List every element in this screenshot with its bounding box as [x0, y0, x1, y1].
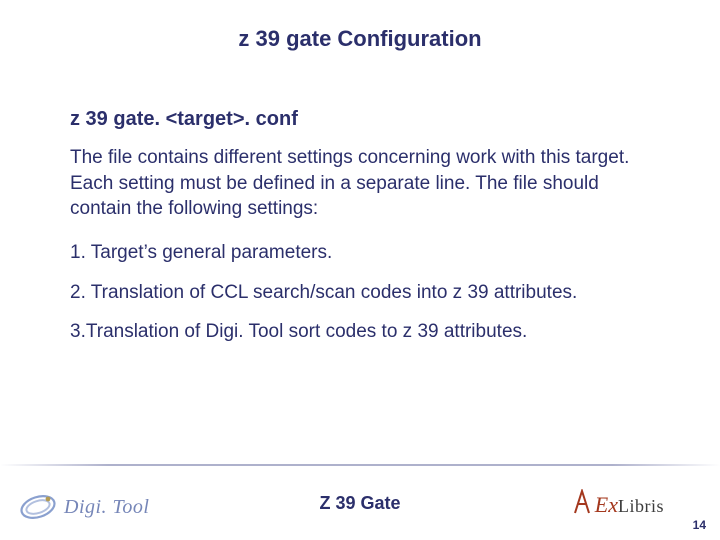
- page-number: 14: [693, 518, 706, 532]
- intro-paragraph: The file contains different settings con…: [70, 145, 650, 222]
- section-subhead: z 39 gate. <target>. conf: [70, 108, 650, 131]
- list-item: 2. Translation of CCL search/scan codes …: [70, 280, 650, 306]
- exlibris-mark-icon: [573, 489, 591, 520]
- exlibris-logo: ExLibris: [573, 489, 664, 520]
- list-item: 1. Target’s general parameters.: [70, 240, 650, 266]
- slide: z 39 gate Configuration z 39 gate. <targ…: [0, 0, 720, 540]
- list-item: 3.Translation of Digi. Tool sort codes t…: [70, 319, 650, 345]
- slide-title: z 39 gate Configuration: [0, 26, 720, 52]
- exlibris-rest: Libris: [618, 496, 664, 516]
- footer-divider: [0, 464, 720, 466]
- exlibris-prefix: Ex: [595, 492, 618, 517]
- content-area: z 39 gate. <target>. conf The file conta…: [70, 108, 650, 359]
